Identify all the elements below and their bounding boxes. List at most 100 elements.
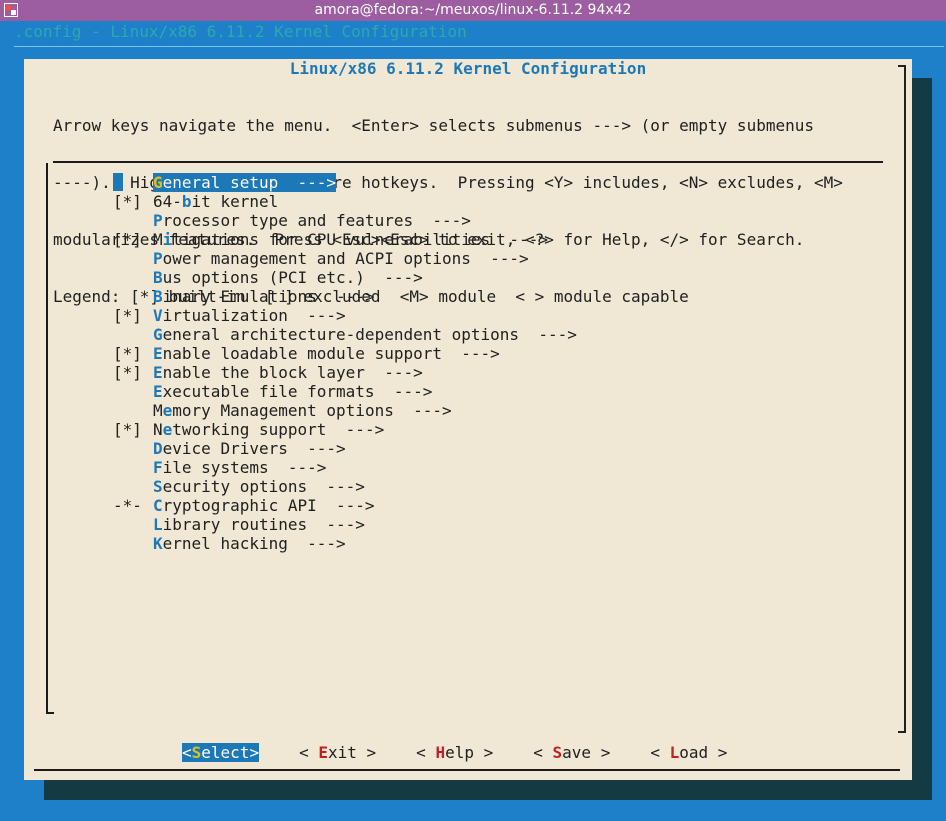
- menu-item[interactable]: [*] Networking support --->: [113, 420, 577, 439]
- menu-item[interactable]: [*] 64-bit kernel: [113, 192, 577, 211]
- button-hotkey: S: [191, 743, 202, 762]
- menu-item-text: it kernel: [191, 192, 279, 211]
- exit-button[interactable]: < Exit >: [299, 743, 376, 762]
- menu-item-label: Mitigations for CPU vulnerabilities --->: [153, 230, 548, 249]
- button-rest: oad: [679, 743, 709, 762]
- menu-item[interactable]: General architecture-dependent options -…: [113, 325, 577, 344]
- menu-item-hotkey: B: [153, 287, 163, 306]
- background-title-underline: [14, 46, 944, 47]
- help-button[interactable]: < Help >: [416, 743, 493, 762]
- menu-item-hotkey: C: [153, 496, 163, 515]
- menu-item-hotkey: D: [153, 439, 163, 458]
- button-bar-border: [34, 769, 900, 771]
- menu-item-prefix: M: [153, 230, 163, 249]
- terminal-app-icon[interactable]: [4, 3, 18, 17]
- button-right: >: [356, 743, 377, 762]
- menu-item[interactable]: [*] Enable the block layer --->: [113, 363, 577, 382]
- menu-item-text: ower management and ACPI options --->: [162, 249, 529, 268]
- menu-item[interactable]: Power management and ACPI options --->: [113, 249, 577, 268]
- load-button[interactable]: < Load >: [650, 743, 727, 762]
- menu-item-hotkey: b: [181, 192, 192, 211]
- menu-item[interactable]: Executable file formats --->: [113, 382, 577, 401]
- menu-item[interactable]: Device Drivers --->: [113, 439, 577, 458]
- menu-item-text: tworking support --->: [172, 420, 385, 439]
- menu-item[interactable]: -*- Cryptographic API --->: [113, 496, 577, 515]
- menu-item-text: irtualization --->: [162, 306, 346, 325]
- menu-item-label: Device Drivers --->: [153, 439, 346, 458]
- button-hotkey: H: [435, 743, 446, 762]
- dialog-border-corner-bottom: [898, 731, 906, 733]
- dialog-title: Linux/x86 6.11.2 Kernel Configuration: [289, 59, 647, 78]
- button-hotkey: S: [552, 743, 563, 762]
- menu-item-hotkey: P: [153, 211, 163, 230]
- menu-item[interactable]: [*] Virtualization --->: [113, 306, 577, 325]
- menu-item-label: Enable the block layer --->: [153, 363, 423, 382]
- menu-item-prefix: N: [153, 420, 163, 439]
- menu-item-hotkey: E: [153, 382, 163, 401]
- select-button[interactable]: <Select>: [182, 743, 260, 762]
- menu-item-hotkey: E: [153, 344, 163, 363]
- menu-item-hotkey: G: [153, 173, 163, 192]
- menu-item[interactable]: Bus options (PCI etc.) --->: [113, 268, 577, 287]
- menu-item[interactable]: [*] Enable loadable module support --->: [113, 344, 577, 363]
- menu-item-hotkey: e: [162, 401, 173, 420]
- menu-item[interactable]: [*] Mitigations for CPU vulnerabilities -…: [113, 230, 577, 249]
- menu-item-state: [*]: [113, 306, 142, 325]
- menu-item-label: Power management and ACPI options --->: [153, 249, 529, 268]
- menu-item[interactable]: Kernel hacking --->: [113, 534, 577, 553]
- menu-item-hotkey: B: [153, 268, 163, 287]
- menu-item[interactable]: Memory Management options --->: [113, 401, 577, 420]
- menu-item-text: inary Emulations --->: [162, 287, 375, 306]
- menu-item-text: evice Drivers --->: [162, 439, 346, 458]
- menu-item-label: Bus options (PCI etc.) --->: [153, 268, 423, 287]
- menu-item-prefix: 64-: [153, 192, 182, 211]
- window-titlebar: amora@fedora:~/meuxos/linux-6.11.2 94x42: [0, 0, 946, 21]
- menu-item-label: General setup --->: [153, 173, 337, 192]
- button-right: >: [708, 743, 728, 762]
- menu-item[interactable]: Processor type and features --->: [113, 211, 577, 230]
- button-rest: xit: [328, 743, 357, 762]
- button-hotkey: L: [669, 743, 680, 762]
- menu-item[interactable]: Binary Emulations --->: [113, 287, 577, 306]
- menu-item-label: Library routines --->: [153, 515, 365, 534]
- menu-item-label: Cryptographic API --->: [153, 496, 375, 515]
- menu-item-text: nable loadable module support --->: [162, 344, 500, 363]
- menu-item-hotkey: S: [153, 477, 163, 496]
- menu-item[interactable]: File systems --->: [113, 458, 577, 477]
- menu-list: General setup ---> [*] 64-bit kernel Proces…: [113, 173, 577, 553]
- menu-item-text: nable the block layer --->: [162, 363, 423, 382]
- menu-item-hotkey: G: [153, 325, 163, 344]
- menu-item-text: ibrary routines --->: [162, 515, 365, 534]
- menu-item-hotkey: P: [153, 249, 163, 268]
- dialog-border-right: [904, 65, 906, 731]
- button-right: >: [473, 743, 494, 762]
- button-left: <: [416, 743, 436, 762]
- menu-item-text: eneral architecture-dependent options --…: [162, 325, 577, 344]
- button-rest: elect: [201, 743, 250, 762]
- menu-item-hotkey: E: [153, 363, 163, 382]
- menu-item-state: -*-: [113, 496, 142, 515]
- menu-item[interactable]: General setup --->: [113, 173, 577, 192]
- menu-item-state: [*]: [113, 230, 142, 249]
- button-left: <: [299, 743, 319, 762]
- menu-item-hotkey: F: [153, 458, 163, 477]
- menu-box-left-border: [46, 163, 48, 714]
- menu-item-text: us options (PCI etc.) --->: [162, 268, 423, 287]
- button-left: <: [182, 743, 192, 762]
- menu-item[interactable]: Library routines --->: [113, 515, 577, 534]
- menu-item[interactable]: Security options --->: [113, 477, 577, 496]
- menu-item-text: tigations for CPU vulnerabilities --->: [172, 230, 548, 249]
- main-dialog: Linux/x86 6.11.2 Kernel Configuration Ar…: [24, 59, 912, 780]
- menu-item-label: Virtualization --->: [153, 306, 346, 325]
- menu-item-label: Security options --->: [153, 477, 365, 496]
- menu-item-state: [*]: [113, 420, 142, 439]
- menu-item-text: ernel hacking --->: [162, 534, 346, 553]
- menu-item-label: Kernel hacking --->: [153, 534, 346, 553]
- menu-item-text: xecutable file formats --->: [162, 382, 433, 401]
- menu-item-label: 64-bit kernel: [153, 192, 278, 211]
- menu-item-text: ryptographic API --->: [162, 496, 375, 515]
- save-button[interactable]: < Save >: [533, 743, 610, 762]
- button-rest: elp: [445, 743, 474, 762]
- menu-item-label: Processor type and features --->: [153, 211, 471, 230]
- button-hotkey: E: [318, 743, 328, 762]
